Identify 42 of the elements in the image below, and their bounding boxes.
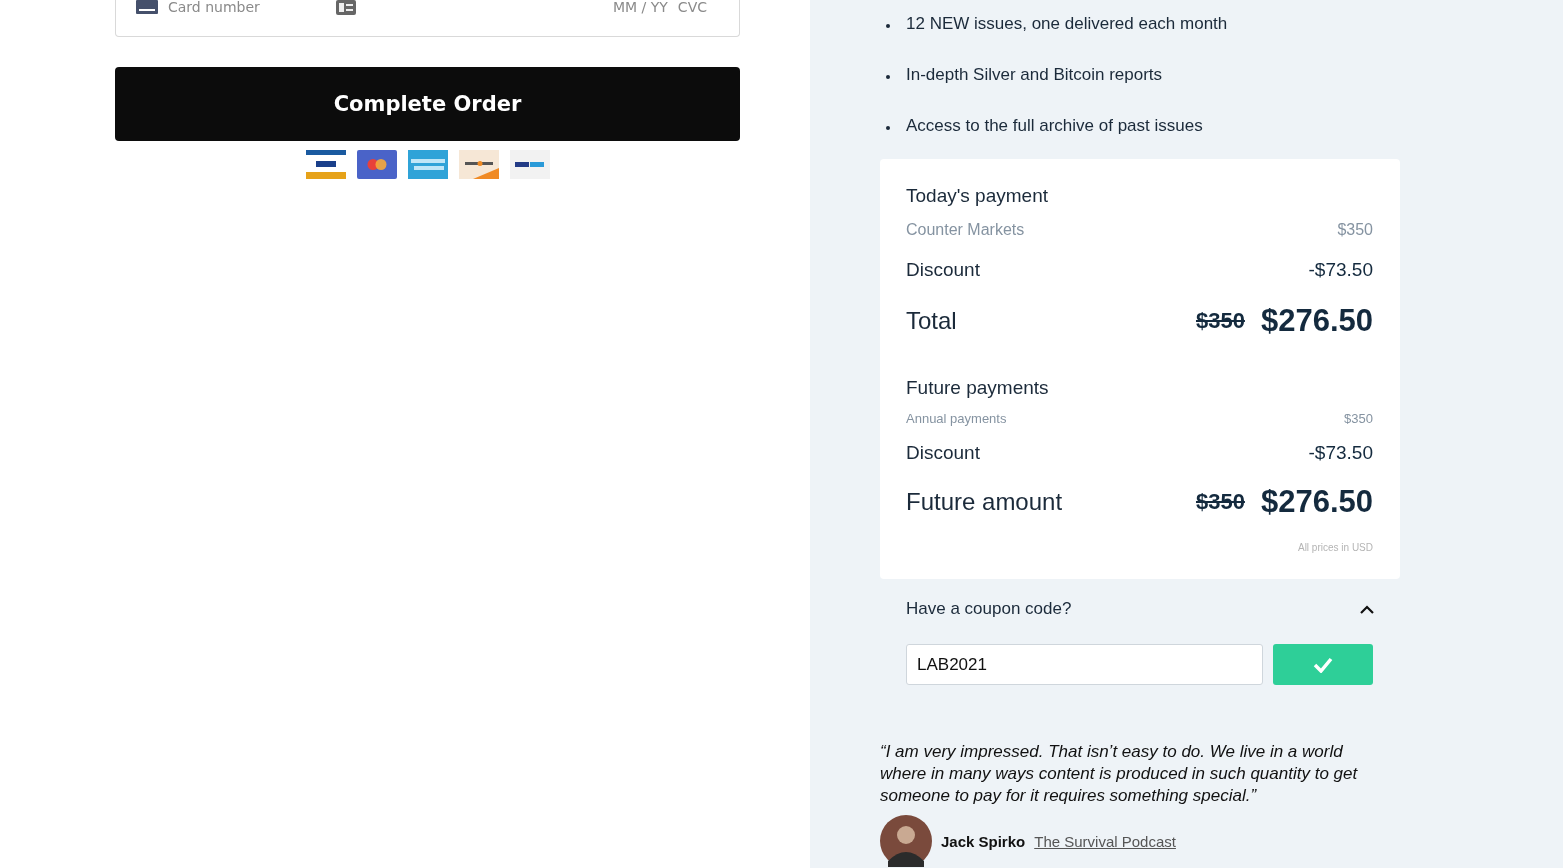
currency-note: All prices in USD [1297, 542, 1373, 553]
section-title: Today's payment [906, 185, 1049, 207]
payment-card-icon [458, 150, 499, 179]
bullet-icon [886, 75, 890, 79]
cvc-placeholder: CVC [677, 0, 707, 15]
card-details-field[interactable]: Card number MM / YY CVC [115, 0, 740, 37]
payment-card-icon [305, 150, 346, 179]
benefit-item: In-depth Silver and Bitcoin reports [906, 64, 1163, 86]
apply-coupon-button[interactable] [1273, 644, 1373, 685]
check-icon [1313, 656, 1333, 673]
podcast-link[interactable]: The Survival Podcast [1034, 832, 1176, 850]
card-number-placeholder: Card number [168, 0, 260, 15]
item-price: $350 [1344, 411, 1373, 426]
complete-order-button[interactable]: Complete Order [115, 67, 740, 141]
discount-amount: -$73.50 [1308, 442, 1373, 464]
bullet-icon [886, 126, 890, 130]
benefit-item: 12 NEW issues, one delivered each month [906, 13, 1228, 35]
id-card-icon [335, 0, 356, 15]
expiry-placeholder: MM / YY [612, 0, 668, 15]
bullet-icon [886, 24, 890, 28]
author-name: Jack Spirko [941, 832, 1026, 850]
payment-card-icon [509, 150, 550, 179]
coupon-toggle[interactable]: Have a coupon code? [880, 599, 1400, 619]
total-label: Total [906, 307, 957, 335]
old-price: $350 [1196, 489, 1245, 515]
avatar [880, 815, 932, 867]
total-label: Future amount [906, 488, 1063, 516]
total-price: $276.50 [1260, 484, 1373, 520]
payment-card-icon [407, 150, 448, 179]
discount-label: Discount [906, 259, 980, 281]
coupon-input[interactable]: LAB2021 [906, 644, 1263, 685]
item-label: Counter Markets [906, 221, 1025, 239]
discount-amount: -$73.50 [1308, 259, 1373, 281]
total-price: $276.50 [1260, 303, 1373, 339]
section-title: Future payments [906, 377, 1050, 399]
benefit-item: Access to the full archive of past issues [906, 115, 1203, 137]
item-label: Annual payments [906, 411, 1007, 426]
discount-label: Discount [906, 442, 980, 464]
testimonial-quote: “I am very impressed. That isn’t easy to do. We live in a world where in many ways content is produced in such quantity to get someone to pay for it requires something special.” [880, 741, 1359, 807]
item-price: $350 [1337, 221, 1373, 239]
payment-card-icon [356, 150, 397, 179]
old-price: $350 [1196, 308, 1245, 334]
